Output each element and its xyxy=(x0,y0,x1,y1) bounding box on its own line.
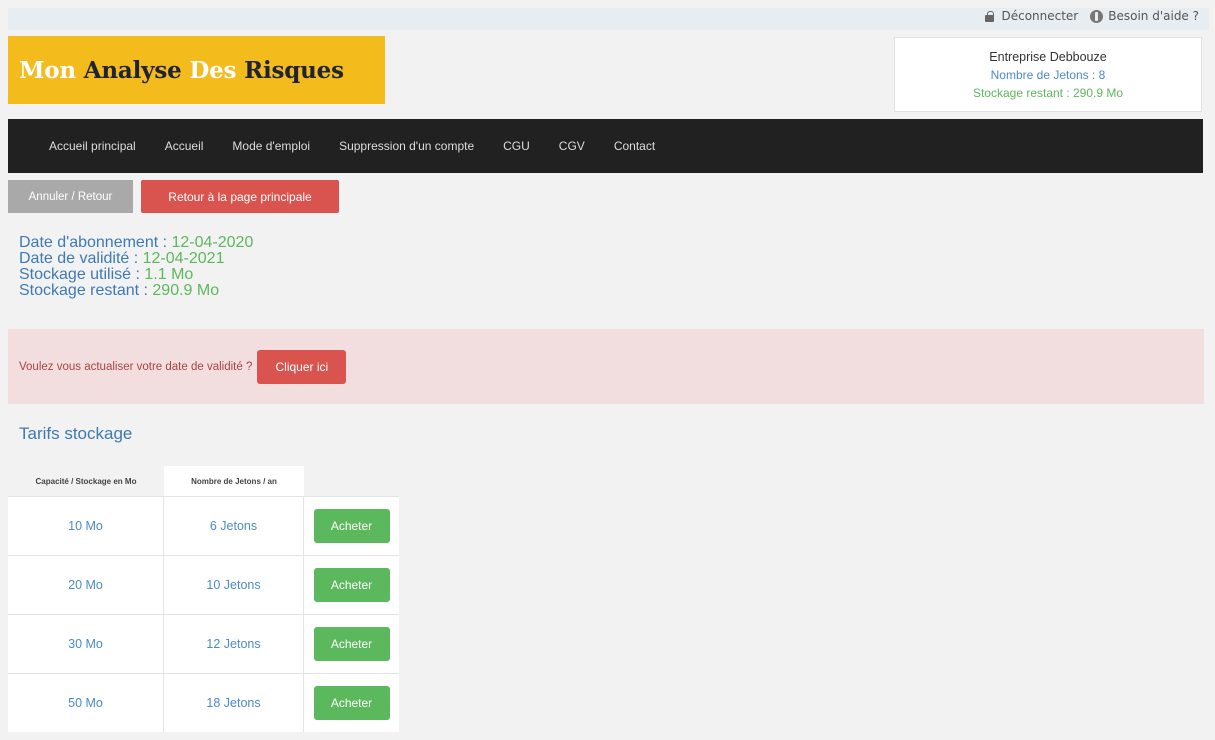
logo-word: Analyse xyxy=(83,56,182,84)
buy-button[interactable]: Acheter xyxy=(313,568,390,602)
user-icon xyxy=(1090,9,1104,23)
renew-button[interactable]: Cliquer ici xyxy=(257,349,347,384)
nav-item-cgu[interactable]: CGU xyxy=(503,139,530,153)
buy-button[interactable]: Acheter xyxy=(313,627,390,661)
storage-remaining: Stockage restant : 290.9 Mo xyxy=(972,86,1124,100)
logo-word: Mon xyxy=(19,56,76,84)
logo-word: Risques xyxy=(244,56,344,84)
capacity-cell: 20 Mo xyxy=(8,556,164,614)
main-page-button[interactable]: Retour à la page principale xyxy=(141,180,339,213)
action-cell: Acheter xyxy=(304,497,399,555)
action-cell: Acheter xyxy=(304,556,399,614)
logo-word: Des xyxy=(189,56,237,84)
tokens-cell: 18 Jetons xyxy=(164,674,304,732)
pricing-table: Capacité / Stockage en Mo Nombre de Jeto… xyxy=(8,466,399,732)
capacity-cell: 30 Mo xyxy=(8,615,164,673)
table-row: 10 Mo 6 Jetons Acheter xyxy=(8,496,399,555)
nav-item-delete-account[interactable]: Suppression d'un compte xyxy=(339,139,474,153)
storage-remaining-row: Stockage restant : 290.9 Mo xyxy=(19,283,253,299)
column-header-capacity: Capacité / Stockage en Mo xyxy=(8,466,164,496)
validity-date-label: Date de validité : xyxy=(19,250,143,267)
subscription-date-value: 12-04-2020 xyxy=(171,234,254,251)
storage-remaining-label: Stockage restant : xyxy=(19,282,153,299)
buy-button[interactable]: Acheter xyxy=(313,509,390,543)
logout-label: Déconnecter xyxy=(1001,9,1079,23)
table-row: 50 Mo 18 Jetons Acheter xyxy=(8,673,399,732)
action-cell: Acheter xyxy=(304,615,399,673)
storage-remaining-value: 290.9 Mo xyxy=(152,282,220,299)
storage-used-label: Stockage utilisé : xyxy=(19,266,145,283)
column-header-tokens: Nombre de Jetons / an xyxy=(164,466,304,496)
main-navbar: Accueil principal Accueil Mode d'emploi … xyxy=(8,119,1203,173)
action-cell: Acheter xyxy=(304,674,399,732)
site-logo[interactable]: Mon Analyse Des Risques xyxy=(8,36,385,104)
pricing-title: Tarifs stockage xyxy=(19,424,133,443)
company-name: Entreprise Debbouze xyxy=(989,50,1107,64)
logout-link[interactable]: Déconnecter xyxy=(983,9,1078,23)
validity-date-value: 12-04-2021 xyxy=(142,250,225,267)
renewal-message: Voulez vous actualiser votre date de val… xyxy=(19,360,253,373)
capacity-cell: 50 Mo xyxy=(8,674,164,732)
tokens-cell: 10 Jetons xyxy=(164,556,304,614)
help-label: Besoin d'aide ? xyxy=(1108,9,1199,23)
table-header: Capacité / Stockage en Mo Nombre de Jeto… xyxy=(8,466,399,496)
nav-item-home[interactable]: Accueil xyxy=(165,139,204,153)
subscription-date-label: Date d'abonnement : xyxy=(19,234,172,251)
tokens-cell: 12 Jetons xyxy=(164,615,304,673)
back-button[interactable]: Annuler / Retour xyxy=(8,180,133,213)
help-link[interactable]: Besoin d'aide ? xyxy=(1090,9,1199,23)
nav-item-home-main[interactable]: Accueil principal xyxy=(49,139,136,153)
capacity-cell: 10 Mo xyxy=(8,497,164,555)
lock-icon xyxy=(983,10,996,23)
nav-item-contact[interactable]: Contact xyxy=(614,139,655,153)
account-summary: Entreprise Debbouze Nombre de Jetons : 8… xyxy=(894,37,1202,112)
storage-used-row: Stockage utilisé : 1.1 Mo xyxy=(19,267,253,283)
nav-item-user-guide[interactable]: Mode d'emploi xyxy=(232,139,310,153)
renewal-alert: Voulez vous actualiser votre date de val… xyxy=(8,329,1204,404)
validity-date-row: Date de validité : 12-04-2021 xyxy=(19,251,253,267)
table-row: 30 Mo 12 Jetons Acheter xyxy=(8,614,399,673)
subscription-info: Date d'abonnement : 12-04-2020 Date de v… xyxy=(19,235,253,299)
token-count: Nombre de Jetons : 8 xyxy=(990,68,1106,82)
top-links: Déconnecter Besoin d'aide ? xyxy=(983,9,1199,23)
subscription-date-row: Date d'abonnement : 12-04-2020 xyxy=(19,235,253,251)
nav-item-cgv[interactable]: CGV xyxy=(559,139,585,153)
storage-used-value: 1.1 Mo xyxy=(144,266,194,283)
table-row: 20 Mo 10 Jetons Acheter xyxy=(8,555,399,614)
tokens-cell: 6 Jetons xyxy=(164,497,304,555)
buy-button[interactable]: Acheter xyxy=(313,686,390,720)
